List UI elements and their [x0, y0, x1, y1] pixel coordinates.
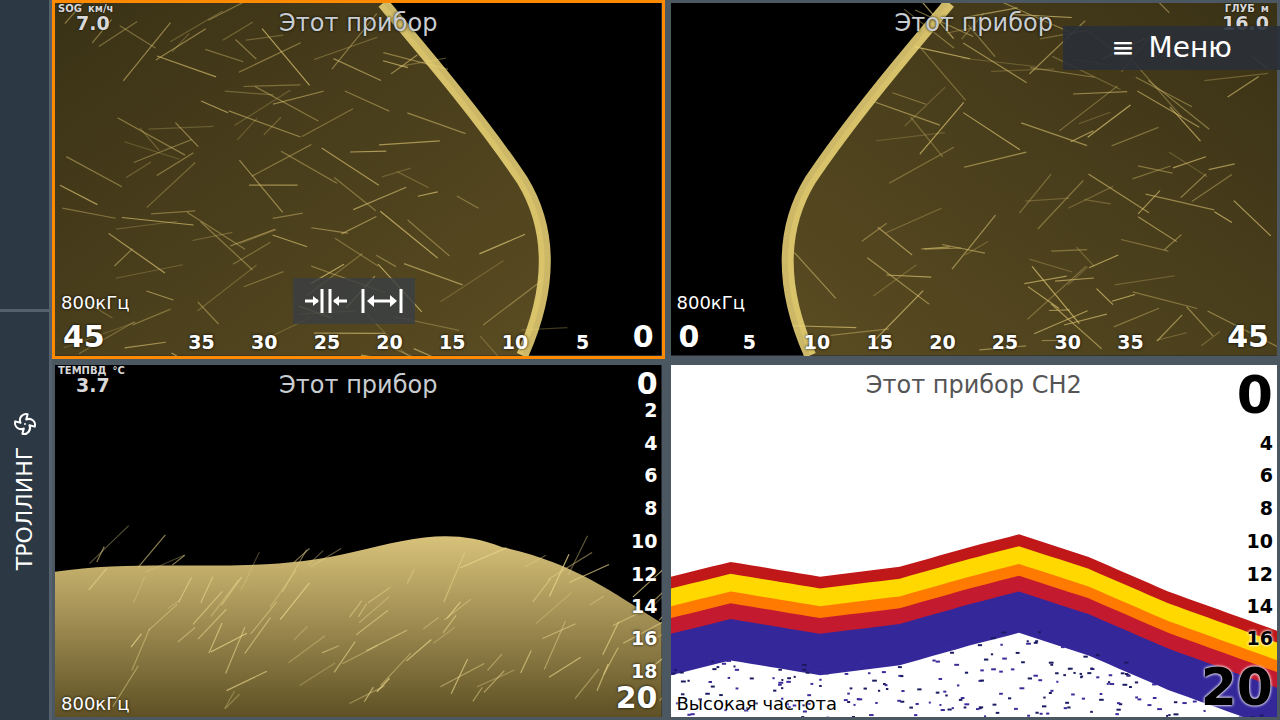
sonar-image: [671, 365, 1278, 718]
depth-tick: 10: [1247, 530, 1273, 552]
mode-label[interactable]: ТРОЛЛИНГ: [8, 447, 41, 571]
depth-tick: 20: [616, 681, 658, 715]
fishfinder-screen: ТРОЛЛИНГЭтот приборSOGкм/ч7.0800кГц45353…: [0, 0, 1280, 720]
readout-unit: °C: [113, 366, 125, 376]
sonar-image: [55, 365, 662, 718]
range-tick: 45: [63, 320, 105, 354]
depth-tick: 0: [637, 367, 658, 401]
readout-label: SOG: [58, 4, 82, 14]
depth-tick: 14: [1247, 595, 1273, 617]
data-readout: SOG км/ч7.0: [58, 4, 113, 33]
range-tick: 30: [251, 330, 277, 354]
range-scale: 45 35 30 25 20 15 10 5 0: [55, 322, 662, 356]
fan-icon: [13, 412, 37, 436]
range-tick: 10: [502, 330, 528, 354]
menu-button[interactable]: ≡ Меню: [1063, 26, 1280, 70]
range-tick: 35: [1117, 330, 1143, 354]
readout-value: 3.7: [58, 376, 110, 395]
readout-unit: м: [1261, 4, 1269, 14]
depth-tick: 10: [631, 530, 657, 552]
depth-tick: 14: [631, 595, 657, 617]
depth-tick: 8: [644, 497, 657, 519]
range-tick: 35: [188, 330, 214, 354]
depth-tick: 6: [1260, 464, 1273, 486]
range-tick: 25: [314, 330, 340, 354]
range-tick: 5: [743, 330, 756, 354]
depth-tick: 16: [1247, 628, 1273, 650]
zoom-out-button[interactable]: [357, 284, 407, 318]
depth-tick: 18: [631, 660, 657, 682]
frequency-label: Высокая частота: [677, 693, 838, 715]
readout-label: ГЛУБ: [1225, 4, 1255, 14]
zoom-in-icon: [303, 286, 349, 316]
panel-title: Этот прибор: [55, 369, 662, 401]
menu-label: Меню: [1149, 27, 1232, 69]
readout-value: 7.0: [58, 14, 110, 33]
depth-tick: 16: [631, 628, 657, 650]
range-tick: 30: [1055, 330, 1081, 354]
sonar-panel[interactable]: Этот приборТЕМПВД °C3.7 800кГц 02 4 6 8 10 12 14 1…: [52, 362, 665, 720]
depth-tick: 2: [644, 399, 657, 421]
readout-unit: км/ч: [88, 4, 113, 14]
depth-tick: 12: [1247, 562, 1273, 584]
panel-title: Этот прибор CH2: [671, 369, 1278, 401]
depth-scale: 02 4 6 8 10 12 14 16 1820: [598, 365, 658, 718]
range-tick: 10: [804, 330, 830, 354]
data-readout: ТЕМПВД °C3.7: [58, 366, 125, 395]
panel-title: Этот прибор: [55, 7, 662, 39]
sidebar: ТРОЛЛИНГ: [0, 0, 52, 720]
sonar-panel[interactable]: Этот прибор CH2 Высокая частота 0 4 6 8 10 12 14…: [668, 362, 1280, 720]
range-tick: 5: [576, 330, 589, 354]
frequency-label: 800кГц: [61, 292, 129, 314]
readout-label: ТЕМПВД: [58, 366, 107, 376]
panel-grid: Этот приборSOGкм/ч7.0800кГц4535302520151…: [52, 0, 1280, 720]
frequency-label: 800кГц: [677, 292, 745, 314]
depth-tick: 12: [631, 562, 657, 584]
sonar-panel[interactable]: Этот приборSOG км/ч7.0 800кГц 45 35 30 25 20 15 1…: [52, 0, 665, 359]
depth-tick: 6: [644, 464, 657, 486]
depth-tick: 4: [644, 432, 657, 454]
range-tick: 20: [929, 330, 955, 354]
zoom-out-icon: [359, 286, 405, 316]
depth-tick: 4: [1260, 432, 1273, 454]
range-tick: 20: [376, 330, 402, 354]
range-tick: 0: [633, 320, 654, 354]
range-tick: 0: [679, 320, 700, 354]
depth-tick: 8: [1260, 497, 1273, 519]
zoom-in-button[interactable]: [301, 284, 351, 318]
depth-tick: 20: [1201, 659, 1273, 715]
range-tick: 25: [992, 330, 1018, 354]
frequency-label: 800кГц: [61, 693, 129, 715]
range-tick: 15: [439, 330, 465, 354]
menu-icon: ≡: [1111, 27, 1134, 69]
depth-scale: 04681012141620: [1213, 365, 1273, 718]
depth-tick: 0: [1237, 367, 1273, 423]
range-tick: 45: [1227, 320, 1269, 354]
range-tick: 15: [867, 330, 893, 354]
range-scale: 0 5 10 15 20 25 30 35 45: [671, 322, 1278, 356]
zoom-controls: [293, 278, 415, 324]
